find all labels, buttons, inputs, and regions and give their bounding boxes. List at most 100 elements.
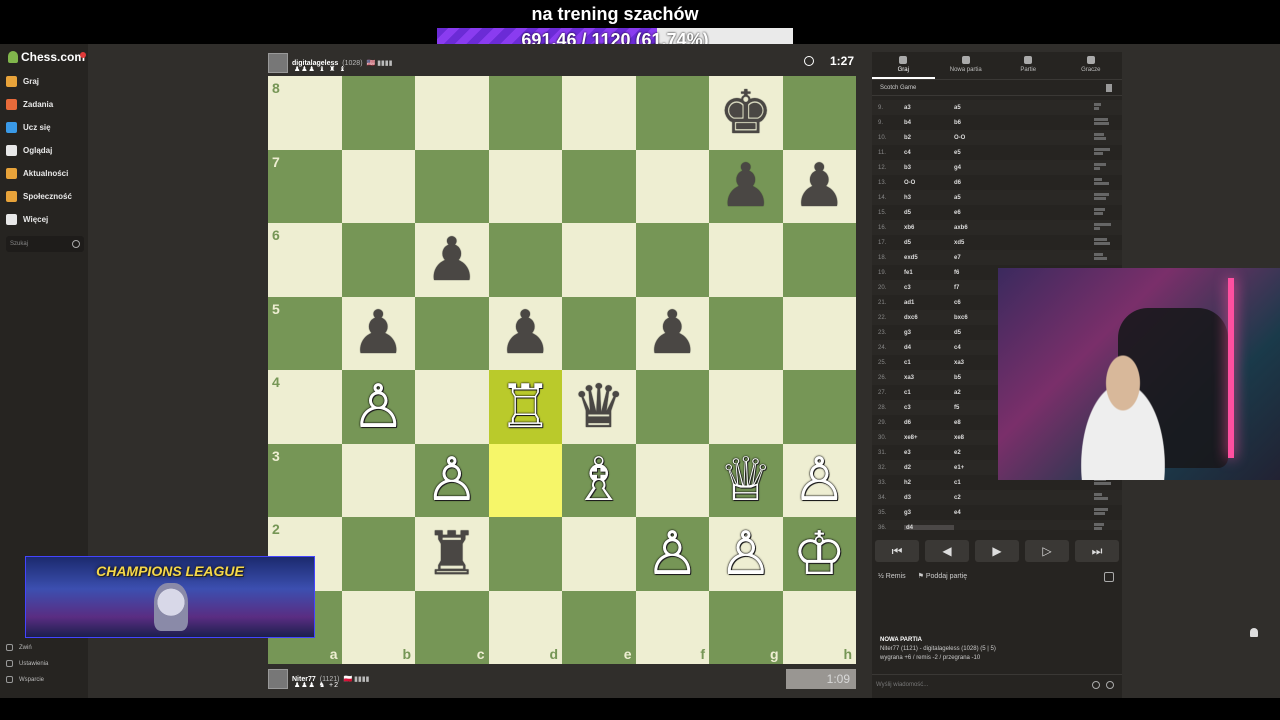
square-c6[interactable]: ♟: [415, 223, 489, 297]
black-move[interactable]: c6: [954, 300, 1004, 306]
sidebar-item-2[interactable]: Ucz się: [6, 118, 51, 136]
white-move[interactable]: e3: [904, 450, 954, 456]
square-f4[interactable]: [635, 370, 709, 444]
white-move[interactable]: dxc6: [904, 315, 954, 321]
black-piece-d5[interactable]: ♟: [498, 303, 552, 363]
sidebar-item-3[interactable]: Oglądaj: [6, 141, 52, 159]
tab-2[interactable]: Partie: [997, 52, 1060, 79]
white-move[interactable]: ad1: [904, 300, 954, 306]
white-move[interactable]: a3: [904, 105, 954, 111]
square-c8[interactable]: [415, 76, 489, 150]
square-a4[interactable]: 4: [268, 370, 342, 444]
book-icon[interactable]: [1106, 84, 1112, 92]
square-e2[interactable]: [562, 517, 636, 591]
next-move-button[interactable]: ▷: [1025, 540, 1069, 562]
square-b5[interactable]: ♟: [341, 296, 415, 370]
square-c7[interactable]: [415, 149, 489, 223]
black-move[interactable]: O-O: [954, 135, 1004, 141]
move-row[interactable]: 9. b4 b6: [872, 115, 1122, 130]
square-g5[interactable]: [709, 296, 783, 370]
white-move[interactable]: c3: [904, 405, 954, 411]
black-piece-g7[interactable]: ♟: [719, 156, 773, 216]
black-move[interactable]: d5: [954, 330, 1004, 336]
square-g2[interactable]: ♙: [709, 517, 783, 591]
square-e3[interactable]: ♗: [562, 443, 636, 517]
square-f8[interactable]: [635, 76, 709, 150]
black-piece-h7[interactable]: ♟: [792, 156, 846, 216]
black-move[interactable]: e5: [954, 150, 1004, 156]
square-e1[interactable]: e: [562, 590, 636, 664]
chesscom-logo[interactable]: Chess.com: [8, 50, 85, 64]
square-h5[interactable]: [782, 296, 856, 370]
black-move[interactable]: xe8: [954, 435, 1004, 441]
square-d4[interactable]: ♖: [488, 370, 562, 444]
black-move[interactable]: d6: [954, 180, 1004, 186]
square-f3[interactable]: [635, 443, 709, 517]
draw-button[interactable]: ½ Remis: [878, 573, 906, 580]
play-button[interactable]: ▶: [975, 540, 1019, 562]
black-move[interactable]: xa3: [954, 360, 1004, 366]
black-piece-c2[interactable]: ♜: [425, 524, 479, 584]
square-a6[interactable]: 6: [268, 223, 342, 297]
move-row[interactable]: 36. d4: [872, 520, 1122, 530]
black-move[interactable]: c1: [954, 480, 1004, 486]
last-move-button[interactable]: ⏭: [1075, 540, 1119, 562]
white-piece-c3[interactable]: ♙: [425, 450, 479, 510]
square-f6[interactable]: [635, 223, 709, 297]
move-row[interactable]: 16. xb6 axb6: [872, 220, 1122, 235]
square-f5[interactable]: ♟: [635, 296, 709, 370]
black-move[interactable]: c4: [954, 345, 1004, 351]
white-move[interactable]: h2: [904, 480, 954, 486]
black-move[interactable]: axb6: [954, 225, 1004, 231]
white-piece-g3[interactable]: ♕: [719, 450, 773, 510]
square-g8[interactable]: ♚: [709, 76, 783, 150]
square-a7[interactable]: 7: [268, 149, 342, 223]
white-move[interactable]: c1: [904, 390, 954, 396]
collapse-link[interactable]: Zwiń: [6, 644, 32, 651]
black-piece-f5[interactable]: ♟: [645, 303, 699, 363]
black-move[interactable]: b6: [954, 120, 1004, 126]
square-b4[interactable]: ♙: [341, 370, 415, 444]
white-move[interactable]: b3: [904, 165, 954, 171]
player-avatar[interactable]: [268, 669, 288, 689]
bell-icon[interactable]: [1250, 628, 1258, 637]
square-e7[interactable]: [562, 149, 636, 223]
black-move[interactable]: a5: [954, 195, 1004, 201]
white-move[interactable]: c4: [904, 150, 954, 156]
square-h2[interactable]: ♔: [782, 517, 856, 591]
move-row[interactable]: 13. O-O d6: [872, 175, 1122, 190]
black-move[interactable]: b5: [954, 375, 1004, 381]
search-icon[interactable]: [72, 240, 80, 248]
move-row[interactable]: 34. d3 c2: [872, 490, 1122, 505]
black-move[interactable]: f7: [954, 285, 1004, 291]
white-move[interactable]: c1: [904, 360, 954, 366]
black-move[interactable]: c2: [954, 495, 1004, 501]
white-move[interactable]: xa3: [904, 375, 954, 381]
white-move[interactable]: g3: [904, 330, 954, 336]
move-row[interactable]: 12. b3 g4: [872, 160, 1122, 175]
support-link[interactable]: Wsparcie: [6, 676, 44, 683]
square-e5[interactable]: [562, 296, 636, 370]
square-h8[interactable]: [782, 76, 856, 150]
white-piece-h3[interactable]: ♙: [792, 450, 846, 510]
black-move[interactable]: xd5: [954, 240, 1004, 246]
move-row[interactable]: 11. c4 e5: [872, 145, 1122, 160]
white-move[interactable]: d2: [904, 465, 954, 471]
white-piece-h2[interactable]: ♔: [792, 524, 846, 584]
square-h4[interactable]: [782, 370, 856, 444]
white-move[interactable]: c3: [904, 285, 954, 291]
black-move[interactable]: e1+: [954, 465, 1004, 471]
square-h1[interactable]: h: [782, 590, 856, 664]
square-h6[interactable]: [782, 223, 856, 297]
black-move[interactable]: g4: [954, 165, 1004, 171]
move-row[interactable]: 14. h3 a5: [872, 190, 1122, 205]
sidebar-item-1[interactable]: Zadania: [6, 95, 53, 113]
tab-0[interactable]: Graj: [872, 52, 935, 79]
square-c4[interactable]: [415, 370, 489, 444]
square-a3[interactable]: 3: [268, 443, 342, 517]
black-move[interactable]: bxc6: [954, 315, 1004, 321]
square-c1[interactable]: c: [415, 590, 489, 664]
square-b2[interactable]: [341, 517, 415, 591]
flip-board-icon[interactable]: [1104, 572, 1114, 582]
white-move[interactable]: d4: [904, 524, 954, 530]
